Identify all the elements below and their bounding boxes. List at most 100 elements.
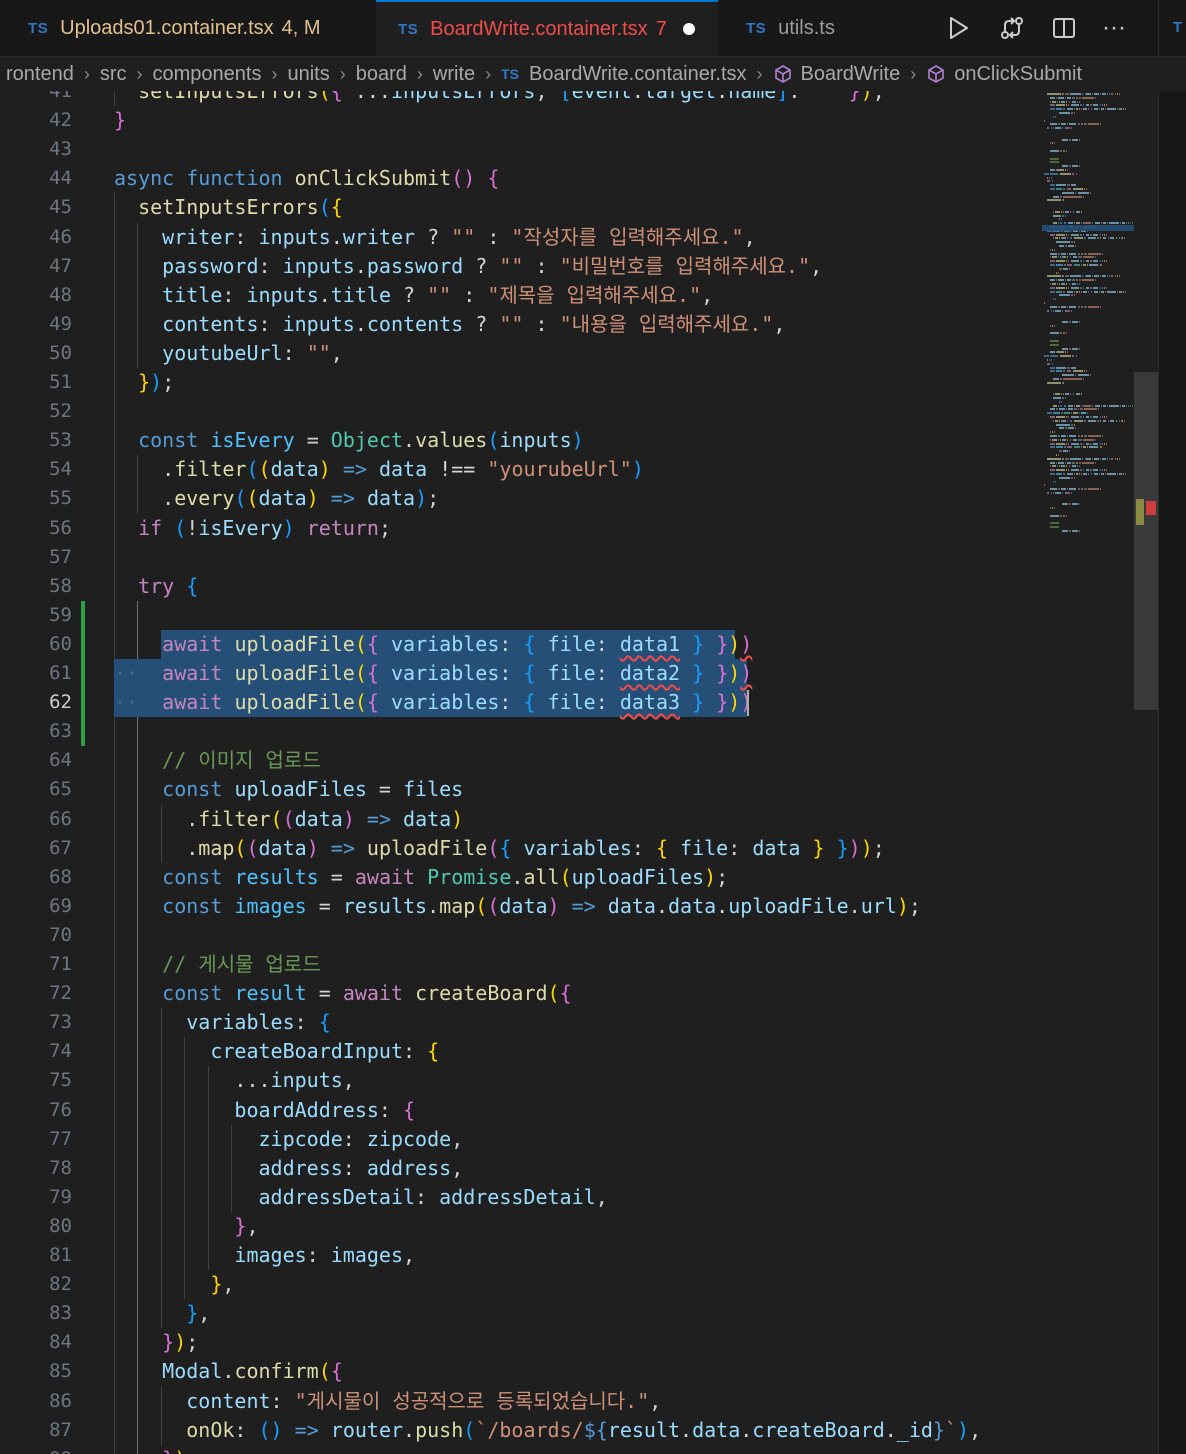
line-number[interactable]: 86 <box>0 1387 72 1416</box>
line-number[interactable]: 81 <box>0 1241 72 1270</box>
line-number[interactable]: 88 <box>0 1445 72 1454</box>
line-number[interactable]: 70 <box>0 921 72 950</box>
code-line[interactable]: .filter((data) => data) <box>114 805 463 834</box>
line-number[interactable]: 71 <box>0 950 72 979</box>
code-line[interactable]: Modal.confirm({ <box>114 1357 343 1386</box>
code-line[interactable]: contents: inputs.contents ? "" : "내용을 입력… <box>114 310 785 339</box>
line-number[interactable]: 85 <box>0 1357 72 1386</box>
line-number[interactable]: 74 <box>0 1037 72 1066</box>
code-line[interactable]: const result = await createBoard({ <box>114 979 571 1008</box>
code-line[interactable]: ...inputs, <box>114 1066 354 1095</box>
code-line[interactable]: const isEvery = Object.values(inputs) <box>114 426 584 455</box>
code-line[interactable]: try { <box>114 572 198 601</box>
code-line[interactable]: if (!isEvery) return; <box>114 514 391 543</box>
line-number[interactable]: 72 <box>0 979 72 1008</box>
line-number[interactable]: 42 <box>0 106 72 135</box>
code-line[interactable]: setInputsErrors({ <box>114 193 343 222</box>
code-line[interactable]: const images = results.map((data) => dat… <box>114 892 921 921</box>
line-number[interactable]: 77 <box>0 1125 72 1154</box>
breadcrumb-item-boardwrite-symbol[interactable]: BoardWrite <box>773 63 900 86</box>
breadcrumb-item-src[interactable]: src <box>100 63 127 86</box>
line-number[interactable]: 62 <box>0 688 72 717</box>
line-number[interactable]: 45 <box>0 193 72 222</box>
line-number[interactable]: 43 <box>0 135 72 164</box>
code-line[interactable]: title: inputs.title ? "" : "제목을 입력해주세요."… <box>114 281 713 310</box>
line-number[interactable]: 48 <box>0 281 72 310</box>
line-number[interactable]: 76 <box>0 1096 72 1125</box>
code-line[interactable]: } <box>114 106 126 135</box>
line-number-gutter[interactable]: 41 42 43 44 45 46 47 48 49 50 51 52 53 54 55 56 57 58 59 60… <box>0 91 90 1454</box>
code-line[interactable]: writer: inputs.writer ? "" : "작성자를 입력해주세… <box>114 223 755 252</box>
line-number[interactable]: 73 <box>0 1008 72 1037</box>
unsaved-changes-dot-icon[interactable] <box>682 23 695 35</box>
code-line[interactable]: ·· await uploadFile({ variables: { file:… <box>114 659 752 688</box>
code-editor[interactable]: 41 42 43 44 45 46 47 48 49 50 51 52 53 54 55 56 57 58 59 60… <box>0 91 1186 1454</box>
code-line[interactable]: .filter((data) => data !== "yourubeUrl") <box>114 455 644 484</box>
code-line[interactable]: address: address, <box>114 1154 464 1183</box>
line-number[interactable]: 67 <box>0 834 72 863</box>
code-line[interactable]: onOk: () => router.push(`/boards/${resul… <box>114 1416 981 1445</box>
code-line[interactable]: addressDetail: addressDetail, <box>114 1183 608 1212</box>
git-modified-indicator[interactable] <box>81 600 85 747</box>
code-line[interactable]: images: images, <box>114 1241 415 1270</box>
minimap[interactable] <box>1036 91 1136 551</box>
code-line[interactable]: await uploadFile({ variables: { file: da… <box>114 630 752 659</box>
split-editor-icon[interactable] <box>1048 12 1080 44</box>
code-line[interactable]: boardAddress: { <box>114 1096 415 1125</box>
line-number[interactable]: 41 <box>0 91 72 106</box>
tab-uploads01-container[interactable]: TS Uploads01.container.tsx 4, M <box>0 0 376 56</box>
line-number[interactable]: 55 <box>0 484 72 513</box>
adjacent-group-tab[interactable]: T <box>1158 0 1186 56</box>
breadcrumb-item-rontend[interactable]: rontend <box>6 63 74 86</box>
line-number[interactable]: 84 <box>0 1328 72 1357</box>
code-line[interactable]: async function onClickSubmit() { <box>114 164 499 193</box>
code-line[interactable]: youtubeUrl: "", <box>114 339 343 368</box>
code-line[interactable]: zipcode: zipcode, <box>114 1125 464 1154</box>
line-number[interactable]: 50 <box>0 339 72 368</box>
code-line[interactable]: createBoardInput: { <box>114 1037 439 1066</box>
breadcrumb-item-write[interactable]: write <box>433 63 475 86</box>
more-actions-icon[interactable]: ··· <box>1098 12 1130 44</box>
line-number[interactable]: 59 <box>0 601 72 630</box>
line-number[interactable]: 56 <box>0 514 72 543</box>
breadcrumb-item-units[interactable]: units <box>287 63 329 86</box>
code-line[interactable]: }, <box>114 1299 210 1328</box>
breadcrumb-item-onclicksubmit-symbol[interactable]: onClickSubmit <box>926 63 1082 86</box>
code-line[interactable]: // 이미지 업로드 <box>114 746 321 775</box>
line-number[interactable]: 46 <box>0 223 72 252</box>
line-number[interactable]: 54 <box>0 455 72 484</box>
line-number[interactable]: 64 <box>0 746 72 775</box>
code-line[interactable]: }); <box>114 368 174 397</box>
line-number[interactable]: 53 <box>0 426 72 455</box>
line-number[interactable]: 51 <box>0 368 72 397</box>
line-number[interactable]: 52 <box>0 397 72 426</box>
code-line[interactable]: variables: { <box>114 1008 331 1037</box>
code-line[interactable]: }, <box>114 1212 258 1241</box>
line-number[interactable]: 47 <box>0 252 72 281</box>
code-line[interactable]: setInputsErrors({ ...inputsErrors, [even… <box>114 91 885 106</box>
line-number[interactable]: 68 <box>0 863 72 892</box>
tab-utils[interactable]: TS utils.ts <box>718 0 918 56</box>
line-number[interactable]: 83 <box>0 1299 72 1328</box>
line-number[interactable]: 78 <box>0 1154 72 1183</box>
code-line[interactable]: .map((data) => uploadFile({ variables: {… <box>114 834 885 863</box>
line-number[interactable]: 87 <box>0 1416 72 1445</box>
code-line[interactable]: const results = await Promise.all(upload… <box>114 863 728 892</box>
line-number[interactable]: 58 <box>0 572 72 601</box>
line-number[interactable]: 82 <box>0 1270 72 1299</box>
line-number[interactable]: 44 <box>0 164 72 193</box>
line-number[interactable]: 60 <box>0 630 72 659</box>
tab-boardwrite-container[interactable]: TS BoardWrite.container.tsx 7 <box>376 0 718 56</box>
code-line[interactable]: password: inputs.password ? "" : "비밀번호를 … <box>114 252 822 281</box>
line-number[interactable]: 69 <box>0 892 72 921</box>
code-line[interactable]: .every((data) => data); <box>114 484 439 513</box>
code-line[interactable]: ·· await uploadFile({ variables: { file:… <box>114 688 752 717</box>
code-area[interactable]: setInputsErrors({ ...inputsErrors, [even… <box>114 91 1034 1454</box>
breadcrumb-item-board[interactable]: board <box>356 63 407 86</box>
code-line[interactable]: }); <box>114 1328 198 1357</box>
line-number[interactable]: 80 <box>0 1212 72 1241</box>
code-line[interactable]: // 게시물 업로드 <box>114 950 321 979</box>
line-number[interactable]: 49 <box>0 310 72 339</box>
code-line[interactable]: content: "게시물이 성공적으로 등록되었습니다.", <box>114 1387 661 1416</box>
run-icon[interactable] <box>942 12 974 44</box>
